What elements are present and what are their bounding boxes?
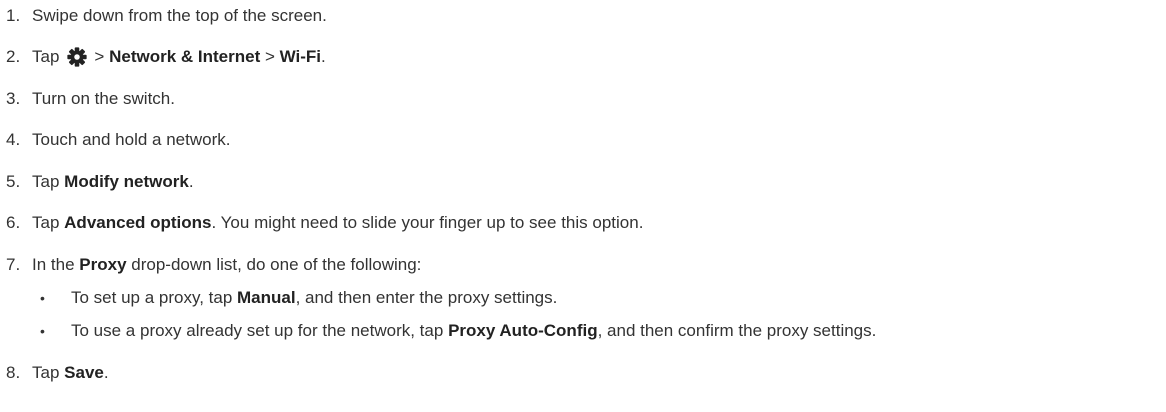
step-number: 1.	[6, 6, 21, 25]
bullet-pre: To use a proxy already set up for the ne…	[71, 321, 444, 340]
proxy-auto-config-label: Proxy Auto-Config	[448, 321, 598, 340]
step-post: .	[188, 172, 194, 191]
step-post: drop-down list, do one of the following:	[131, 255, 422, 274]
bullet-post: , and then enter the proxy settings.	[295, 288, 558, 307]
step-pre: Tap	[32, 363, 60, 382]
separator: >	[94, 47, 105, 66]
step-2: 2. Tap > Network & Internet > Wi-Fi .	[0, 45, 326, 69]
step-number: 8.	[6, 363, 21, 382]
step-text: Turn on the switch.	[32, 89, 175, 108]
step-text: In the Proxy drop-down list, do one of t…	[32, 255, 421, 275]
save-label: Save	[64, 363, 104, 382]
wifi-label: Wi-Fi	[279, 47, 322, 66]
gear-icon	[66, 46, 88, 68]
step-6: 6. Tap Advanced options. You might need …	[0, 211, 643, 235]
bullet-post: , and then confirm the proxy settings.	[597, 321, 877, 340]
network-internet-label: Network & Internet	[109, 47, 261, 66]
step-5: 5. Tap Modify network.	[0, 170, 194, 194]
step-number: 2.	[6, 47, 21, 66]
step-text: Touch and hold a network.	[32, 130, 231, 149]
period: .	[321, 47, 326, 66]
step-1: 1. Swipe down from the top of the screen…	[0, 4, 327, 28]
step-number: 3.	[6, 89, 21, 108]
step-number: 7.	[6, 255, 21, 274]
step-pre: In the	[32, 255, 75, 274]
bullet-pre: To set up a proxy, tap	[71, 288, 233, 307]
proxy-label: Proxy	[79, 255, 127, 274]
step-7-bullet-2: • To use a proxy already set up for the …	[38, 319, 876, 343]
step-7-bullet-1: • To set up a proxy, tap Manual, and the…	[38, 286, 557, 310]
bullet-dot: •	[40, 323, 45, 339]
step-pre: Tap	[32, 172, 60, 191]
advanced-options-label: Advanced options	[64, 213, 212, 232]
step-post: .	[103, 363, 109, 382]
step-text: Swipe down from the top of the screen.	[32, 6, 327, 25]
step-number: 4.	[6, 130, 21, 149]
step-8: 8. Tap Save.	[0, 361, 109, 385]
step-text: Tap Save.	[32, 363, 109, 383]
step-number: 5.	[6, 172, 21, 191]
manual-label: Manual	[237, 288, 296, 307]
step-number: 6.	[6, 213, 21, 232]
step-4: 4. Touch and hold a network.	[0, 128, 230, 152]
step-text: Tap Advanced options. You might need to …	[32, 213, 643, 233]
step-post: . You might need to slide your finger up…	[211, 213, 644, 232]
step-pre: Tap	[32, 213, 60, 232]
step-text: Tap > Network & Internet > Wi-Fi .	[32, 46, 326, 68]
step-7: 7. In the Proxy drop-down list, do one o…	[0, 253, 421, 277]
bullet-text: To use a proxy already set up for the ne…	[71, 321, 876, 341]
instruction-list: 1. Swipe down from the top of the screen…	[0, 0, 1166, 412]
bullet-dot: •	[40, 290, 45, 306]
step-3: 3. Turn on the switch.	[0, 87, 175, 111]
modify-network-label: Modify network	[64, 172, 189, 191]
separator: >	[264, 47, 275, 66]
step-text: Tap Modify network.	[32, 172, 194, 192]
tap-word: Tap	[32, 47, 60, 66]
bullet-text: To set up a proxy, tap Manual, and then …	[71, 288, 557, 308]
